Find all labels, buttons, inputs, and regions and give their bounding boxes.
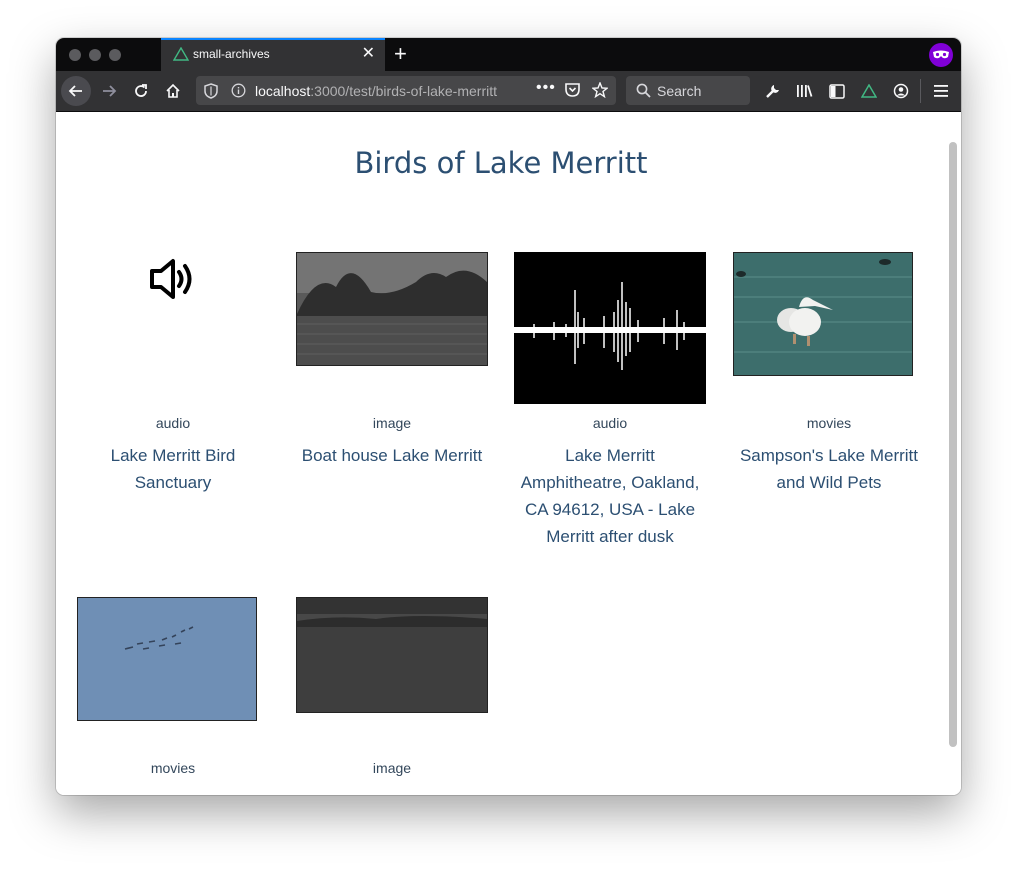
wrench-icon [766, 85, 779, 98]
vue-devtools-button[interactable] [855, 77, 883, 105]
vertical-scrollbar[interactable] [949, 142, 957, 747]
item-thumbnail[interactable] [296, 252, 488, 366]
item-title[interactable]: Boat house Lake Merritt [296, 442, 488, 469]
search-placeholder: Search [657, 83, 702, 99]
item-card[interactable]: audio Lake Merritt Amphitheatre, Oakland… [514, 252, 706, 572]
reload-icon [135, 84, 147, 97]
hamburger-menu-icon [934, 85, 948, 97]
search-icon [636, 83, 651, 98]
item-title[interactable]: Lake Merritt Bird Sanctuary [77, 442, 269, 496]
tracking-shield-icon[interactable] [204, 83, 218, 99]
page-title: Birds of Lake Merritt [354, 146, 648, 180]
url-host: localhost [255, 83, 311, 99]
mask-icon [933, 50, 949, 59]
tab-highlight [161, 38, 385, 40]
library-button[interactable] [791, 77, 819, 105]
speaker-icon [150, 259, 192, 299]
new-tab-button[interactable]: + [394, 42, 407, 66]
item-card[interactable]: movies [77, 597, 269, 795]
browser-window: small-archives ✕ + localhost:3000/test/b… [56, 38, 961, 795]
library-icon [797, 85, 813, 97]
item-thumbnail[interactable] [733, 252, 913, 376]
bookmark-star-icon[interactable] [592, 82, 608, 98]
back-arrow-icon [68, 85, 82, 97]
vue-logo-icon [173, 47, 189, 61]
account-icon [893, 83, 909, 99]
sidebar-toggle-button[interactable] [823, 77, 851, 105]
close-tab-icon[interactable]: ✕ [362, 44, 375, 64]
url-text[interactable]: localhost:3000/test/birds-of-lake-merrit… [255, 83, 500, 99]
item-type: image [372, 760, 412, 776]
developer-tools-button[interactable] [759, 77, 787, 105]
item-thumbnail[interactable] [296, 597, 488, 713]
item-card[interactable]: audio Lake Merritt Bird Sanctuary [77, 252, 269, 572]
reload-button[interactable] [127, 77, 155, 105]
search-box[interactable]: Search [626, 76, 750, 105]
nav-toolbar: localhost:3000/test/birds-of-lake-merrit… [56, 71, 961, 112]
home-button[interactable] [159, 77, 187, 105]
sidebar-icon [829, 83, 845, 99]
vue-devtools-icon [861, 84, 877, 98]
minimize-window-button[interactable] [89, 49, 101, 61]
zoom-window-button[interactable] [109, 49, 121, 61]
forward-button[interactable] [95, 77, 123, 105]
item-title[interactable]: Sampson's Lake Merritt and Wild Pets [733, 442, 925, 496]
site-info-icon[interactable] [231, 83, 246, 98]
item-type: movies [806, 415, 852, 431]
forward-arrow-icon [103, 85, 117, 97]
back-button[interactable] [61, 76, 91, 106]
item-card[interactable]: movies Sampson's Lake Merritt and Wild P… [733, 252, 925, 572]
item-type: image [372, 415, 412, 431]
item-type: movies [150, 760, 196, 776]
home-icon [166, 83, 180, 98]
menu-button[interactable] [927, 77, 955, 105]
close-window-button[interactable] [69, 49, 81, 61]
item-card[interactable]: image Boat house Lake Merritt [296, 252, 488, 572]
tab-bar: small-archives ✕ + [56, 38, 961, 71]
address-bar[interactable]: localhost:3000/test/birds-of-lake-merrit… [196, 76, 616, 105]
page-content: Birds of Lake Merritt audio Lake Merritt… [56, 112, 961, 795]
item-card[interactable]: image [296, 597, 488, 795]
item-thumbnail[interactable] [77, 597, 257, 721]
active-tab[interactable]: small-archives ✕ [161, 38, 385, 71]
toolbar-separator [920, 79, 921, 103]
item-title[interactable]: Lake Merritt Amphitheatre, Oakland, CA 9… [514, 442, 706, 550]
url-path: :3000/test/birds-of-lake-merritt [310, 83, 497, 99]
page-actions-icon[interactable]: ••• [536, 79, 556, 97]
tab-title: small-archives [193, 47, 270, 61]
pocket-icon[interactable] [564, 82, 581, 98]
waveform-thumbnail[interactable] [514, 252, 706, 404]
item-type: audio [155, 415, 191, 431]
account-button[interactable] [887, 77, 915, 105]
private-browsing-icon [929, 43, 953, 67]
item-type: audio [592, 415, 628, 431]
